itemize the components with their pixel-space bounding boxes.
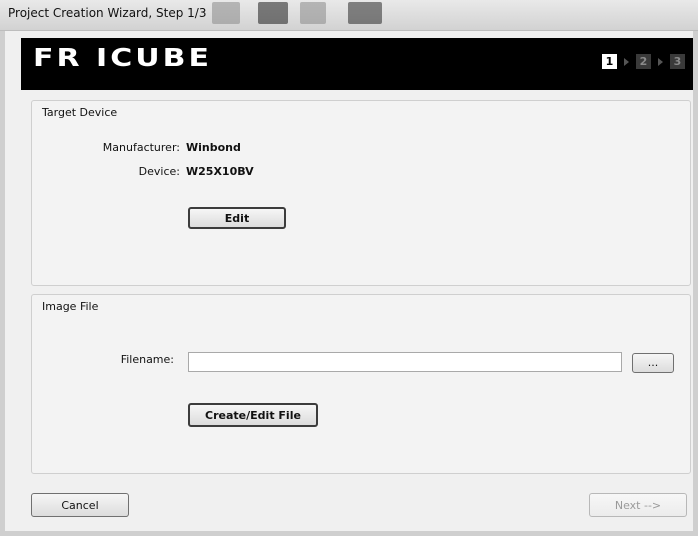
step-arrow-icon	[658, 57, 663, 66]
device-label: Device:	[138, 165, 180, 178]
target-device-group: Target Device Manufacturer: Winbond Devi…	[31, 100, 691, 286]
taskbar-ghost-icon	[300, 2, 326, 24]
taskbar-ghost-icon	[348, 2, 382, 24]
wizard-window: Project Creation Wizard, Step 1/3 FR ICU…	[0, 0, 698, 536]
filename-input[interactable]	[188, 352, 622, 372]
step-indicator: 1 2 3	[602, 54, 685, 69]
taskbar-ghost-icon	[258, 2, 288, 24]
image-file-title: Image File	[42, 300, 99, 313]
title-bar: Project Creation Wizard, Step 1/3	[0, 0, 698, 31]
filename-label: Filename:	[120, 353, 174, 366]
taskbar-ghost-icon	[212, 2, 240, 24]
manufacturer-label: Manufacturer:	[102, 141, 180, 154]
edit-button[interactable]: Edit	[188, 207, 286, 229]
image-file-group: Image File Filename: ... Create/Edit Fil…	[31, 294, 691, 474]
fricube-logo: FR ICUBE	[33, 44, 212, 73]
header-banner: FR ICUBE 1 2 3	[21, 38, 693, 90]
step-3: 3	[670, 54, 685, 69]
step-2: 2	[636, 54, 651, 69]
next-button[interactable]: Next -->	[589, 493, 687, 517]
window-title: Project Creation Wizard, Step 1/3	[8, 6, 207, 20]
manufacturer-value: Winbond	[186, 141, 241, 154]
step-arrow-icon	[624, 57, 629, 66]
cancel-button[interactable]: Cancel	[31, 493, 129, 517]
step-1: 1	[602, 54, 617, 69]
create-edit-file-button[interactable]: Create/Edit File	[188, 403, 318, 427]
browse-button[interactable]: ...	[632, 353, 674, 373]
device-value: W25X10BV	[186, 165, 254, 178]
target-device-title: Target Device	[42, 106, 118, 119]
